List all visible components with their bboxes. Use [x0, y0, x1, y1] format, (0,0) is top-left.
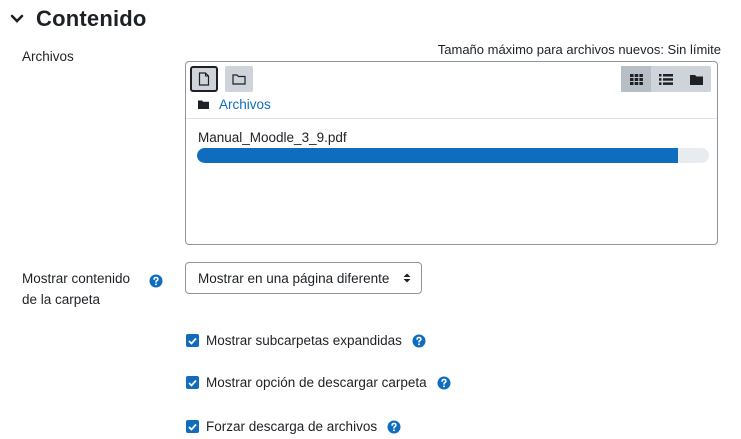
section-title: Contenido: [36, 6, 147, 31]
icons-view-button[interactable]: [621, 66, 651, 92]
check-icon: [188, 379, 197, 387]
upload-progress-bar: [197, 148, 709, 163]
files-label: Archivos: [22, 49, 74, 64]
question-circle-icon: [437, 376, 451, 389]
help-icon[interactable]: [149, 274, 163, 288]
option-label-download-folder: Mostrar opción de descargar carpeta: [206, 375, 427, 390]
option-label-force-download: Forzar descarga de archivos: [206, 419, 378, 434]
folder-icon: [198, 100, 209, 109]
list-view-button[interactable]: [651, 66, 681, 92]
add-file-button[interactable]: [190, 66, 218, 92]
uploading-file-name: Manual_Moodle_3_9.pdf: [198, 130, 347, 145]
option-row-download-folder[interactable]: Mostrar opción de descargar carpeta: [186, 375, 451, 390]
help-icon[interactable]: [412, 334, 426, 348]
file-picker-toolbar: Archivos: [186, 62, 717, 119]
option-row-expand-subfolders[interactable]: Mostrar subcarpetas expandidas: [186, 333, 426, 348]
breadcrumb-root-link[interactable]: Archivos: [219, 97, 271, 112]
display-label-line1: Mostrar contenido: [22, 271, 131, 286]
file-icon: [198, 72, 210, 86]
tree-view-button[interactable]: [681, 66, 711, 92]
option-label-expand-subfolders: Mostrar subcarpetas expandidas: [206, 333, 402, 348]
display-mode-select[interactable]: Mostrar en una página diferente: [185, 262, 422, 294]
view-switcher: [621, 66, 711, 92]
breadcrumb: Archivos: [198, 97, 271, 112]
checkbox-download-folder[interactable]: [186, 376, 199, 389]
checkbox-force-download[interactable]: [186, 420, 199, 433]
help-icon[interactable]: [437, 376, 451, 390]
folder-icon: [689, 74, 703, 85]
question-circle-icon: [387, 420, 401, 433]
checkbox-expand-subfolders[interactable]: [186, 334, 199, 347]
display-mode-selected: Mostrar en una página diferente: [198, 270, 390, 286]
folder-outline-icon: [232, 74, 246, 85]
help-icon[interactable]: [387, 420, 401, 434]
section-header[interactable]: Contenido: [8, 4, 147, 34]
display-label: Mostrar contenido de la carpeta: [22, 268, 130, 310]
option-row-force-download[interactable]: Forzar descarga de archivos: [186, 419, 401, 434]
file-picker: Archivos Manual_Moodle_3_9.pdf: [185, 61, 718, 245]
upload-progress-fill: [197, 148, 679, 163]
question-circle-icon: [412, 334, 426, 347]
list-icon: [659, 73, 673, 85]
grid-icon: [629, 73, 643, 85]
max-size-text: Tamaño máximo para archivos nuevos: Sin …: [437, 42, 721, 57]
check-icon: [188, 337, 197, 345]
check-icon: [188, 423, 197, 431]
question-circle-icon: [149, 274, 163, 288]
select-caret-icon: [403, 273, 411, 283]
display-label-line2: de la carpeta: [22, 292, 101, 307]
chevron-down-icon[interactable]: [8, 10, 26, 28]
create-folder-button[interactable]: [225, 66, 253, 92]
